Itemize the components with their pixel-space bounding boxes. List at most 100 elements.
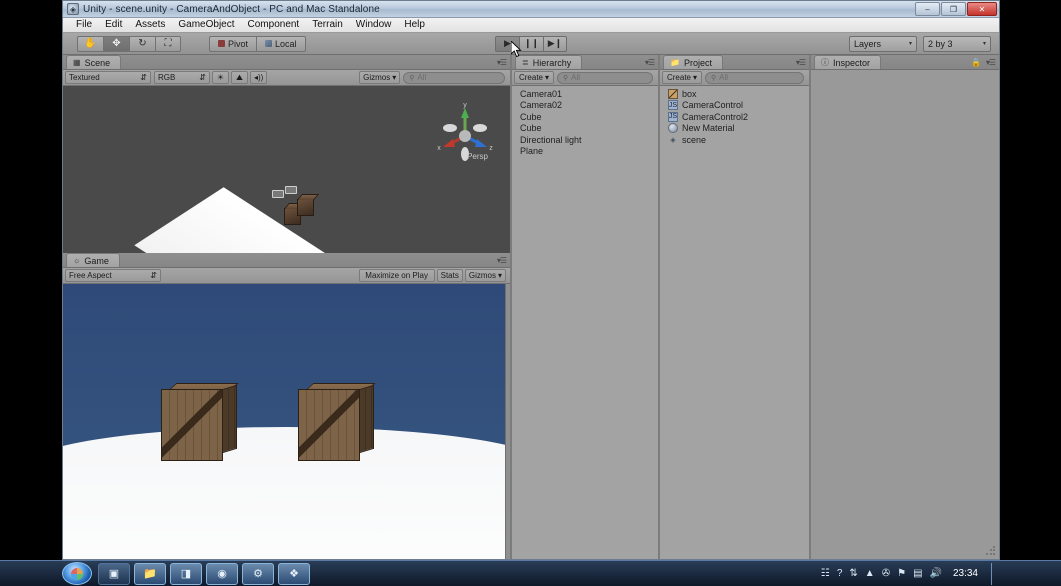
tray-icon-security-alert[interactable]: ⚑ bbox=[897, 568, 906, 579]
list-item[interactable]: Directional light bbox=[512, 134, 658, 146]
tray-icon-network-activity[interactable]: ⇅ bbox=[849, 568, 857, 579]
taskbar-item-media[interactable]: ◉ bbox=[206, 562, 238, 585]
project-item-label: box bbox=[682, 88, 697, 99]
panel-menu-icon[interactable]: ▾☰ bbox=[497, 256, 507, 265]
panel-menu-icon[interactable]: ▾☰ bbox=[645, 58, 655, 67]
tab-inspector-label: Inspector bbox=[833, 57, 871, 68]
list-item[interactable]: New Material bbox=[660, 123, 809, 135]
hierarchy-list[interactable]: Camera01 Camera02 Cube Cube Directional … bbox=[512, 86, 658, 559]
tray-icon-volume[interactable]: 🔊 bbox=[930, 568, 942, 579]
tray-overflow-arrow[interactable]: ▲ bbox=[865, 568, 875, 579]
taskbar-item-explorer[interactable]: 📁 bbox=[134, 562, 166, 585]
panel-menu-icon[interactable]: ▾☰ bbox=[796, 58, 806, 67]
draw-mode-dropdown[interactable]: Textured ⇵ bbox=[65, 71, 151, 84]
scene-search-input[interactable]: ⚲ All bbox=[403, 71, 506, 84]
list-item[interactable]: Cube bbox=[512, 111, 658, 123]
list-item[interactable]: ◈ scene bbox=[660, 134, 809, 146]
list-item[interactable]: JS CameraControl bbox=[660, 100, 809, 112]
render-mode-dropdown[interactable]: RGB ⇵ bbox=[154, 71, 210, 84]
menu-file[interactable]: File bbox=[70, 18, 98, 32]
list-item[interactable]: box bbox=[660, 88, 809, 100]
list-item[interactable]: Plane bbox=[512, 146, 658, 158]
scene-cube-object-2[interactable] bbox=[297, 194, 320, 216]
tray-icon-help[interactable]: ? bbox=[837, 568, 843, 579]
audio-toggle-button[interactable]: ◂)) bbox=[250, 71, 268, 84]
maximize-on-play-button[interactable]: Maximize on Play bbox=[358, 269, 435, 282]
minimize-button[interactable]: – bbox=[915, 2, 940, 16]
scene-viewport[interactable]: y x z Persp bbox=[63, 86, 510, 253]
game-view-scrollbar[interactable] bbox=[505, 284, 510, 559]
camera01-gizmo[interactable] bbox=[272, 190, 284, 198]
pause-button[interactable]: ❙❙ bbox=[519, 35, 543, 52]
play-button[interactable]: ▶ bbox=[495, 35, 519, 52]
game-gizmos-button[interactable]: Gizmos ▾ bbox=[464, 269, 506, 282]
tab-project[interactable]: 📁 Project bbox=[663, 55, 723, 69]
layers-dropdown[interactable]: Layers ▾ bbox=[849, 35, 917, 52]
close-button[interactable]: ✕ bbox=[967, 2, 997, 16]
game-panel: ☼ Game ▾☰ Free Aspect ⇵ Maximize on Play… bbox=[63, 253, 510, 559]
hierarchy-search-placeholder: All bbox=[571, 73, 581, 82]
panel-menu-icon[interactable]: ▾☰ bbox=[986, 58, 996, 67]
scene-plane-object[interactable] bbox=[134, 187, 368, 253]
menu-help[interactable]: Help bbox=[398, 18, 431, 32]
menu-component[interactable]: Component bbox=[242, 18, 306, 32]
menu-edit[interactable]: Edit bbox=[99, 18, 128, 32]
rotate-tool-button[interactable]: ↻ bbox=[129, 35, 155, 52]
taskbar-clock[interactable]: 23:34 bbox=[953, 568, 978, 579]
pivot-toggle-button[interactable]: Pivot bbox=[209, 35, 257, 52]
lighting-toggle-button[interactable]: ☀ bbox=[212, 71, 229, 84]
window-title: Unity - scene.unity - CameraAndObject - … bbox=[83, 3, 380, 15]
menu-window[interactable]: Window bbox=[350, 18, 398, 32]
menu-assets[interactable]: Assets bbox=[129, 18, 171, 32]
scale-tool-button[interactable]: ⛶ bbox=[155, 35, 181, 52]
list-item[interactable]: Camera02 bbox=[512, 100, 658, 112]
tray-icon-network[interactable]: ▤ bbox=[913, 568, 922, 579]
tab-inspector[interactable]: ⓘ Inspector bbox=[814, 55, 882, 69]
taskbar-item-tool[interactable]: ⚙ bbox=[242, 562, 274, 585]
tab-hierarchy[interactable]: ≣ Hierarchy bbox=[515, 55, 583, 69]
project-search-input[interactable]: ⚲ All bbox=[705, 71, 804, 84]
stats-button[interactable]: Stats bbox=[436, 269, 463, 282]
project-list[interactable]: box JS CameraControl JS CameraControl2 N… bbox=[660, 86, 809, 559]
project-tabrow: 📁 Project ▾☰ bbox=[660, 55, 809, 70]
window-resize-grip[interactable] bbox=[985, 545, 997, 557]
chevron-down-icon: ⇵ bbox=[199, 73, 206, 82]
scene-tabrow: ▦ Scene ▾☰ bbox=[63, 55, 510, 70]
inspector-content[interactable] bbox=[811, 70, 999, 559]
list-item[interactable]: JS CameraControl2 bbox=[660, 111, 809, 123]
hierarchy-create-button[interactable]: Create ▾ bbox=[514, 71, 554, 84]
menu-gameobject[interactable]: GameObject bbox=[172, 18, 240, 32]
tray-icon-clipboard[interactable]: ✇ bbox=[882, 568, 890, 579]
start-button[interactable] bbox=[62, 562, 92, 585]
show-desktop-button[interactable] bbox=[991, 562, 999, 585]
list-item[interactable]: Cube bbox=[512, 123, 658, 135]
local-toggle-button[interactable]: Local bbox=[256, 35, 306, 52]
panel-menu-icon[interactable]: ▾☰ bbox=[497, 58, 507, 67]
hierarchy-search-input[interactable]: ⚲ All bbox=[557, 71, 653, 84]
scene-gizmos-button[interactable]: Gizmos ▾ bbox=[359, 71, 401, 84]
lock-icon[interactable]: 🔒 bbox=[971, 58, 981, 67]
taskbar-item-unity[interactable]: ❖ bbox=[278, 562, 310, 585]
scene-gizmos-label: Gizmos bbox=[363, 73, 391, 82]
layout-dropdown[interactable]: 2 by 3 ▾ bbox=[923, 35, 991, 52]
aspect-label: Free Aspect bbox=[69, 271, 112, 280]
tab-game[interactable]: ☼ Game bbox=[66, 253, 120, 267]
editor-layout: ▦ Scene ▾☰ Textured ⇵ RGB ⇵ ☀ ⛰ ◂)) Gizm… bbox=[63, 55, 999, 559]
project-create-button[interactable]: Create ▾ bbox=[662, 71, 702, 84]
taskbar-item-display[interactable]: ▣ bbox=[98, 562, 130, 585]
restore-button[interactable]: ❐ bbox=[941, 2, 966, 16]
game-viewport[interactable] bbox=[63, 284, 510, 559]
aspect-dropdown[interactable]: Free Aspect ⇵ bbox=[65, 269, 161, 282]
list-item[interactable]: Camera01 bbox=[512, 88, 658, 100]
tray-icon-hardware[interactable]: ☷ bbox=[821, 568, 830, 579]
project-panel: 📁 Project ▾☰ Create ▾ ⚲ All box JS Camer… bbox=[660, 55, 809, 559]
tab-scene[interactable]: ▦ Scene bbox=[66, 55, 122, 69]
skybox-toggle-button[interactable]: ⛰ bbox=[231, 71, 248, 84]
taskbar-item-editor[interactable]: ◨ bbox=[170, 562, 202, 585]
hand-tool-button[interactable]: ✋ bbox=[77, 35, 103, 52]
camera02-gizmo[interactable] bbox=[285, 186, 297, 194]
step-button[interactable]: ▶❙ bbox=[543, 35, 567, 52]
move-tool-button[interactable]: ✥ bbox=[103, 35, 129, 52]
project-item-label: CameraControl2 bbox=[682, 111, 749, 122]
menu-terrain[interactable]: Terrain bbox=[306, 18, 349, 32]
